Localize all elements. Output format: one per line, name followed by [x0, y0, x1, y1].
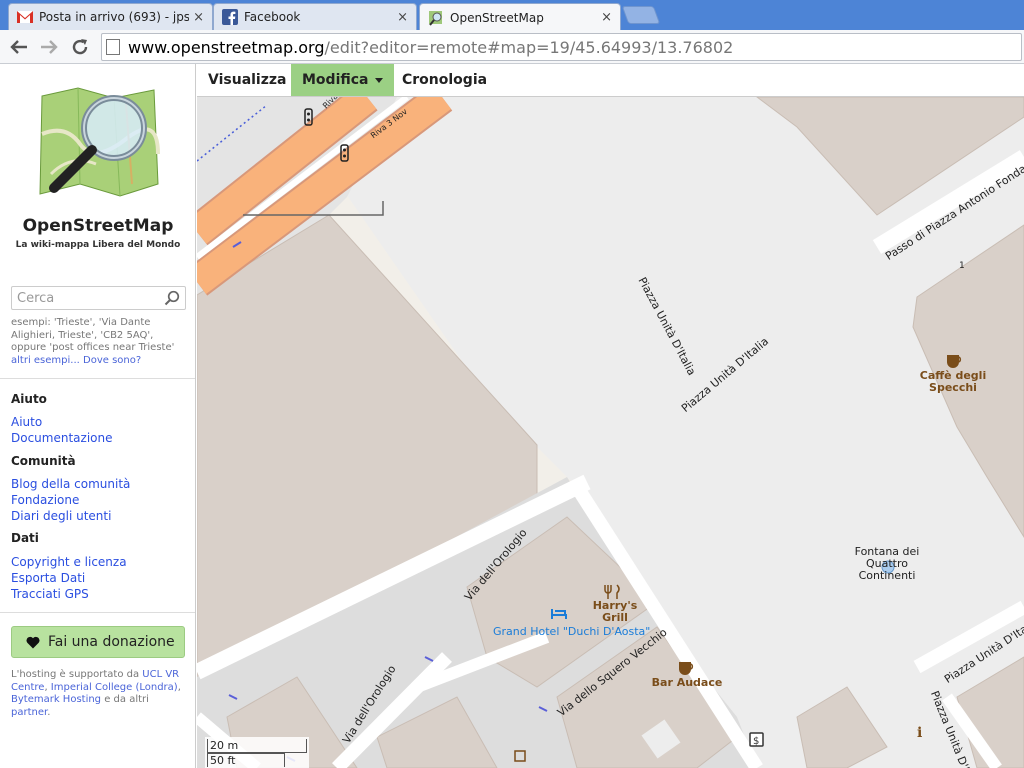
- donate-button[interactable]: Fai una donazione: [11, 626, 185, 658]
- house-number-label: 1: [959, 261, 965, 271]
- chevron-down-icon: [374, 77, 383, 83]
- bytemark-link[interactable]: Bytemark Hosting: [11, 694, 101, 705]
- osm-nav-tabs: Visualizza Modifica Cronologia: [197, 64, 1024, 97]
- search-icon[interactable]: [164, 290, 180, 306]
- url-text: www.openstreetmap.org/edit?editor=remote…: [128, 37, 734, 57]
- foundation-link[interactable]: Fondazione: [11, 493, 79, 507]
- forward-icon[interactable]: [37, 35, 61, 59]
- poi-label-bar[interactable]: Bar Audace: [647, 677, 727, 689]
- osm-logo-icon[interactable]: [36, 84, 162, 208]
- close-tab-icon[interactable]: ×: [193, 10, 204, 25]
- gmail-icon: [17, 9, 33, 25]
- new-tab-button[interactable]: [621, 6, 661, 24]
- tab-edit[interactable]: Modifica: [291, 64, 394, 96]
- copyright-link[interactable]: Copyright e licenza: [11, 555, 127, 569]
- page-icon: [106, 39, 120, 55]
- poi-label-caffe[interactable]: Caffè degli Specchi: [917, 370, 989, 394]
- browser-tab-strip: Posta in arrivo (693) - jpsa × Facebook …: [0, 0, 1024, 31]
- close-tab-icon[interactable]: ×: [601, 10, 612, 25]
- browser-tab-gmail[interactable]: Posta in arrivo (693) - jpsa ×: [8, 3, 213, 30]
- tab-history[interactable]: Cronologia: [391, 64, 498, 96]
- back-icon[interactable]: [7, 35, 31, 59]
- poi-label-hotel[interactable]: Grand Hotel "Duchi D'Aosta": [493, 625, 650, 638]
- map-canvas[interactable]: $ i Riva Riva 3 Nov Piazza Unità D'Itali…: [197, 97, 1024, 768]
- info-icon: i: [917, 725, 922, 741]
- facebook-icon: [222, 9, 238, 25]
- brand-tagline: La wiki-mappa Libera del Mondo: [15, 240, 181, 250]
- help-section-title: Aiuto: [11, 392, 47, 406]
- export-data-link[interactable]: Esporta Dati: [11, 571, 85, 585]
- scale-bar: 20 m 50 ft: [205, 737, 309, 768]
- divider: [0, 378, 195, 379]
- reload-icon[interactable]: [68, 35, 92, 59]
- search-box: [11, 286, 186, 310]
- close-tab-icon[interactable]: ×: [397, 10, 408, 25]
- more-examples-link[interactable]: altri esempi...: [11, 355, 80, 366]
- poi-label-fontana[interactable]: Fontana dei Quattro Continenti: [851, 546, 923, 582]
- user-diaries-link[interactable]: Diari degli utenti: [11, 509, 111, 523]
- browser-toolbar: www.openstreetmap.org/edit?editor=remote…: [0, 30, 1024, 64]
- documentation-link[interactable]: Documentazione: [11, 431, 112, 445]
- browser-tab-openstreetmap[interactable]: OpenStreetMap ×: [419, 3, 621, 31]
- imperial-link[interactable]: Imperial College (Londra): [51, 682, 178, 693]
- scale-imperial: 50 ft: [207, 753, 285, 767]
- community-blog-link[interactable]: Blog della comunità: [11, 477, 130, 491]
- gps-traces-link[interactable]: Tracciati GPS: [11, 587, 89, 601]
- address-bar[interactable]: www.openstreetmap.org/edit?editor=remote…: [101, 33, 1022, 61]
- svg-text:$: $: [753, 736, 759, 747]
- poi-label-harrys[interactable]: Harry's Grill: [590, 600, 640, 624]
- where-am-i-link[interactable]: Dove sono?: [83, 355, 141, 366]
- partner-link[interactable]: partner: [11, 707, 47, 718]
- brand-title[interactable]: OpenStreetMap: [0, 216, 195, 236]
- sidebar: OpenStreetMap La wiki-mappa Libera del M…: [0, 64, 196, 768]
- bank-icon: $: [749, 732, 764, 747]
- divider: [0, 612, 195, 613]
- data-section-title: Dati: [11, 531, 39, 545]
- scale-metric: 20 m: [207, 739, 307, 753]
- community-section-title: Comunità: [11, 454, 76, 468]
- search-examples: esempi: 'Trieste', 'Via Dante Alighieri,…: [11, 317, 175, 366]
- browser-tab-facebook[interactable]: Facebook ×: [213, 3, 417, 30]
- tab-view[interactable]: Visualizza: [197, 64, 297, 96]
- search-input[interactable]: [12, 287, 162, 309]
- heart-icon: [26, 636, 40, 648]
- hosting-credits: L'hosting è supportato da UCL VR Centre,…: [11, 669, 181, 718]
- help-link[interactable]: Aiuto: [11, 415, 42, 429]
- osm-icon: [428, 10, 444, 26]
